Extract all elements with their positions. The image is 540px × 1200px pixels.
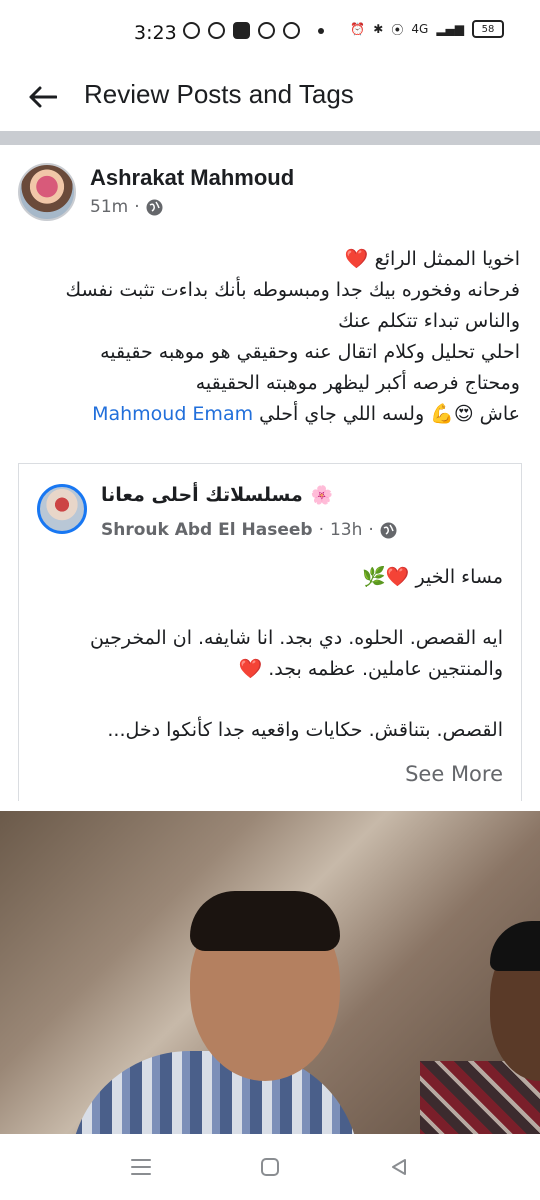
post-line: اخويا الممثل الرائع ❤️ — [344, 248, 520, 270]
alarm-icon: ⏰ — [350, 22, 366, 36]
bluetooth-icon: ✱ — [373, 22, 384, 36]
back-button[interactable] — [26, 80, 60, 114]
shared-post-time[interactable]: 13h — [330, 520, 362, 540]
sync-icon — [283, 22, 300, 39]
shared-line: القصص. بتناقش. حكايات واقعيه جدا كأنكوا … — [107, 719, 503, 741]
author-name[interactable]: Ashrakat Mahmoud — [90, 165, 294, 191]
recents-icon — [131, 1159, 151, 1175]
meta-separator: · — [368, 520, 374, 540]
post-time[interactable]: 51m — [90, 197, 128, 217]
system-nav-bar — [0, 1134, 540, 1200]
post-photo[interactable] — [0, 811, 540, 1134]
shared-author-name[interactable]: Shrouk Abd El Haseeb — [101, 520, 313, 540]
post-line-prefix: عاش 😍💪 ولسه اللي جاي أحلي — [259, 403, 520, 425]
whatsapp-icon — [183, 22, 200, 39]
battery-level: 58 — [481, 23, 495, 35]
page-title: Review Posts and Tags — [84, 79, 354, 109]
location-icon: ⦿ — [391, 22, 404, 37]
group-name-row: مسلسلاتك أحلى معانا 🌸 — [101, 484, 333, 506]
group-avatar[interactable] — [37, 484, 87, 534]
section-divider — [0, 131, 540, 145]
signal-icon: ▂▄▆ — [436, 22, 464, 36]
post-last-line: عاش 😍💪 ولسه اللي جاي أحلي Mahmoud Emam — [20, 399, 520, 430]
group-name[interactable]: مسلسلاتك أحلى معانا — [101, 484, 303, 506]
recents-button[interactable] — [128, 1154, 154, 1180]
flower-emoji-icon: 🌸 — [310, 484, 334, 506]
status-bar: 3:23 ⏰ ✱ ⦿ 4G ▂▄▆ 58 — [0, 0, 540, 68]
see-more-link[interactable]: See More — [405, 762, 503, 786]
messenger-icon — [208, 22, 225, 39]
post-line: ومحتاج فرصه أكبر ليظهر موهبته الحقيقيه — [195, 372, 520, 394]
home-button[interactable] — [257, 1154, 283, 1180]
u-app-icon — [233, 22, 250, 39]
shared-post-meta: Shrouk Abd El Haseeb · 13h · — [101, 520, 397, 540]
more-notifications-dot-icon — [318, 27, 324, 34]
status-time: 3:23 — [134, 22, 177, 44]
shared-line: والمنتجين عاملين. عظمه بجد. ❤️ — [238, 658, 503, 680]
home-icon — [261, 1158, 279, 1176]
pirate-app-icon — [258, 22, 275, 39]
post-meta: 51m · — [90, 197, 163, 217]
network-type: 4G — [411, 22, 429, 36]
system-back-button[interactable] — [386, 1154, 412, 1180]
shared-line: ايه القصص. الحلوه. دي بجد. انا شايفه. ان… — [89, 627, 503, 649]
shared-greeting: مساء الخير ❤️🌿 — [362, 566, 503, 588]
shared-post-body: مساء الخير ❤️🌿 ايه القصص. الحلوه. دي بجد… — [33, 562, 503, 746]
person-left — [70, 871, 370, 1134]
post-body: اخويا الممثل الرائع ❤️ فرحانه وفخوره بيك… — [20, 244, 520, 430]
globe-icon — [146, 199, 163, 215]
post-line: احلي تحليل وكلام اتقال عنه وحقيقي هو موه… — [100, 341, 520, 363]
back-triangle-icon — [392, 1159, 406, 1175]
post-header: Ashrakat Mahmoud 51m · — [0, 145, 540, 235]
app-bar: Review Posts and Tags — [0, 68, 540, 130]
notification-icons — [183, 22, 324, 39]
mention-link[interactable]: Mahmoud Emam — [92, 403, 253, 425]
battery-icon: 58 — [472, 20, 504, 38]
globe-icon — [380, 522, 397, 538]
person-right — [420, 911, 540, 1134]
post-line: فرحانه وفخوره بيك جدا ومبسوطه بأنك بداءت… — [65, 279, 520, 301]
meta-separator: · — [318, 520, 324, 540]
post-line: والناس تبداء تتكلم عنك — [338, 310, 520, 332]
shared-post-card[interactable]: مسلسلاتك أحلى معانا 🌸 Shrouk Abd El Hase… — [18, 463, 522, 801]
meta-separator: · — [134, 197, 140, 217]
arrow-left-icon — [29, 86, 57, 108]
author-avatar[interactable] — [18, 163, 76, 221]
system-status-icons: ⏰ ✱ ⦿ 4G ▂▄▆ 58 — [350, 20, 504, 38]
